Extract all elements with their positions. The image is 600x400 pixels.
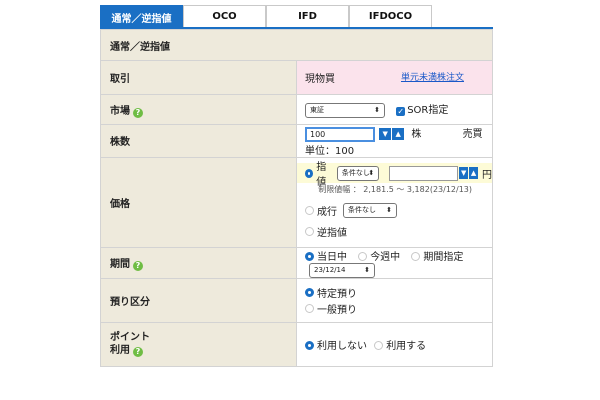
- order-form: 通常／逆指値 OCO IFD IFDOCO 通常／逆指値 取引 現物買 単元未満…: [100, 5, 493, 367]
- help-icon[interactable]: ?: [133, 107, 143, 118]
- date-value: 23/12/14: [314, 265, 346, 274]
- market-condition-select[interactable]: 条件なし ⬍: [343, 202, 397, 218]
- specific-row: 特定預り: [305, 284, 492, 300]
- tab-normal[interactable]: 通常／逆指値: [100, 5, 183, 29]
- order-type-tabs: 通常／逆指値 OCO IFD IFDOCO: [100, 5, 493, 29]
- limit-radio[interactable]: [305, 168, 314, 178]
- price-cell: 指値 条件なし ⬍ ▼ ▲ 円 制限値幅 ： 2,181.5 〜 3,182(23…: [296, 156, 493, 248]
- price-range: 制限値幅 ： 2,181.5 〜 3,182(23/12/13): [318, 185, 472, 194]
- check-icon: ✓: [396, 107, 406, 117]
- stop-order-radio[interactable]: [305, 226, 314, 236]
- trade-cell: 現物買 単元未満株注文: [296, 60, 493, 95]
- market-select-value: 東証: [310, 105, 324, 114]
- points-no-label: 利用しない: [317, 340, 367, 352]
- tab-oco[interactable]: OCO: [183, 5, 266, 27]
- shares-cell: 100 ▼ ▲ 株 売買単位：100: [296, 124, 493, 158]
- week-label: 今週中: [370, 251, 401, 263]
- shares-label: 株数: [100, 124, 297, 158]
- today-radio[interactable]: [305, 251, 314, 261]
- shares-input[interactable]: 100: [305, 126, 375, 142]
- date-select[interactable]: 23/12/14 ⬍: [309, 262, 375, 278]
- chevron-down-icon[interactable]: ▼: [379, 128, 392, 140]
- tab-ifdoco[interactable]: IFDOCO: [349, 5, 432, 27]
- sor-label: SOR指定: [407, 105, 449, 117]
- market-order-label: 成行: [317, 206, 337, 218]
- week-radio[interactable]: [358, 251, 368, 261]
- chevron-down-icon[interactable]: ▼: [459, 167, 469, 179]
- stop-order-row: 逆指値: [297, 221, 492, 241]
- updown-icon: ⬍: [386, 205, 392, 214]
- limit-price-row: 指値 条件なし ⬍ ▼ ▲ 円: [297, 162, 492, 188]
- trade-value: 現物買: [305, 74, 335, 85]
- yen-unit: 円: [481, 169, 492, 181]
- updown-icon: ⬍: [368, 168, 375, 177]
- period-label-cell: 期間?: [100, 246, 297, 279]
- specify-radio[interactable]: [411, 251, 421, 261]
- points-label-line2: 利用: [110, 345, 130, 356]
- specify-label: 期間指定: [423, 251, 464, 263]
- market-cell: 東証 ⬍ ✓ SOR指定: [296, 94, 493, 125]
- points-no-radio[interactable]: [305, 340, 314, 350]
- period-cell: 当日中 今週中 期間指定 23/12/14 ⬍: [296, 246, 493, 279]
- condition-value: 条件なし: [341, 168, 370, 177]
- deposit-label: 預り区分: [100, 277, 297, 323]
- points-label-line1: ポイント: [110, 332, 150, 343]
- tab-ifd[interactable]: IFD: [266, 5, 349, 27]
- order-table: 通常／逆指値 取引 現物買 単元未満株注文 市場? 東証 ⬍ ✓ SOR指定 株…: [100, 29, 493, 367]
- general-radio[interactable]: [305, 303, 314, 313]
- help-icon[interactable]: ?: [133, 260, 143, 271]
- market-order-radio[interactable]: [305, 205, 314, 215]
- condition-value: 条件なし: [348, 205, 376, 214]
- market-order-row: 成行 条件なし ⬍: [297, 199, 492, 221]
- limit-condition-select[interactable]: 条件なし ⬍: [336, 165, 380, 181]
- price-label: 価格: [100, 156, 297, 248]
- market-select[interactable]: 東証 ⬍: [305, 102, 385, 118]
- market-label-cell: 市場?: [100, 94, 297, 125]
- specific-radio[interactable]: [305, 287, 314, 297]
- section-title: 通常／逆指値: [100, 29, 493, 61]
- points-label-cell: ポイント 利用?: [100, 321, 297, 367]
- points-cell: 利用しない 利用する: [296, 321, 493, 367]
- today-label: 当日中: [317, 251, 347, 263]
- general-row: 一般預り: [305, 300, 492, 316]
- points-yes-radio[interactable]: [374, 340, 384, 350]
- updown-icon: ⬍: [374, 105, 380, 114]
- sor-checkbox[interactable]: ✓ SOR指定: [396, 105, 449, 117]
- market-label: 市場: [110, 105, 130, 117]
- updown-icon: ⬍: [364, 265, 370, 274]
- period-label: 期間: [110, 258, 130, 270]
- chevron-up-icon[interactable]: ▲: [469, 167, 478, 179]
- stop-order-label: 逆指値: [317, 227, 347, 239]
- price-input[interactable]: [389, 165, 459, 181]
- help-icon[interactable]: ?: [133, 347, 143, 357]
- shares-unit: 株: [411, 129, 422, 140]
- specific-label: 特定預り: [317, 288, 357, 300]
- odd-lot-order-link[interactable]: 単元未満株注文: [401, 70, 464, 83]
- deposit-cell: 特定預り 一般預り: [296, 277, 493, 323]
- chevron-up-icon[interactable]: ▲: [392, 128, 405, 140]
- trade-label: 取引: [100, 60, 297, 95]
- general-label: 一般預り: [317, 304, 357, 316]
- points-yes-label: 利用する: [386, 340, 427, 352]
